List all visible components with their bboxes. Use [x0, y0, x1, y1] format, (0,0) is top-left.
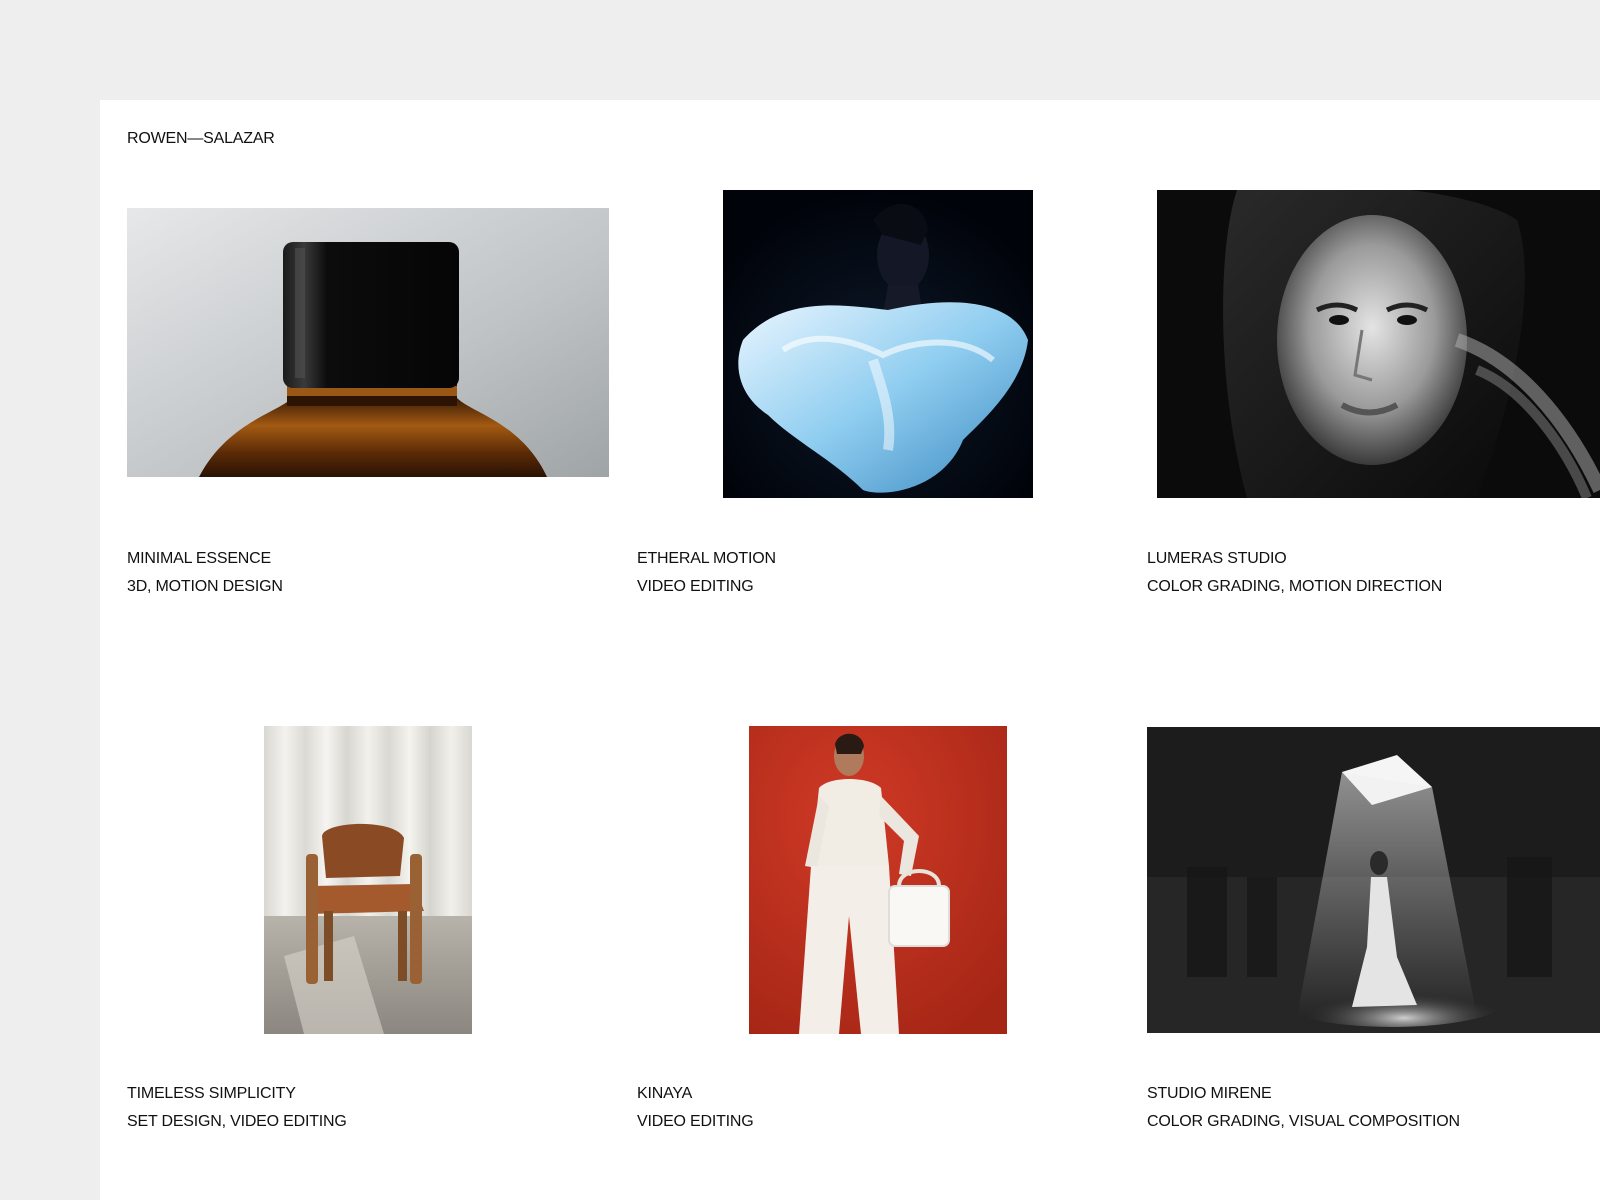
- project-caption-lumeras-studio: LUMERAS STUDIO COLOR GRADING, MOTION DIR…: [1147, 545, 1600, 601]
- project-thumbnail-timeless-simplicity[interactable]: [264, 726, 472, 1034]
- project-title[interactable]: KINAYA: [637, 1080, 1117, 1108]
- project-title[interactable]: ETHERAL MOTION: [637, 545, 1117, 573]
- project-caption-etheral-motion: ETHERAL MOTION VIDEO EDITING: [637, 545, 1117, 601]
- woman-in-white-image: [749, 726, 1007, 1034]
- portfolio-panel: ROWEN—SALAZAR MINIMAL ESSENCE 3D, MOTION…: [100, 100, 1600, 1200]
- wooden-chair-image: [264, 726, 472, 1034]
- project-thumbnail-kinaya[interactable]: [749, 726, 1007, 1034]
- amber-bottle-image: [127, 208, 609, 477]
- project-title[interactable]: LUMERAS STUDIO: [1147, 545, 1600, 573]
- project-caption-timeless-simplicity: TIMELESS SIMPLICITY SET DESIGN, VIDEO ED…: [127, 1080, 607, 1136]
- project-tags: SET DESIGN, VIDEO EDITING: [127, 1113, 347, 1130]
- blue-ruffle-dress-image: [723, 190, 1033, 498]
- project-tags: VIDEO EDITING: [637, 578, 754, 595]
- project-caption-minimal-essence: MINIMAL ESSENCE 3D, MOTION DESIGN: [127, 545, 607, 601]
- project-thumbnail-minimal-essence[interactable]: [127, 208, 609, 477]
- brand-logo[interactable]: ROWEN—SALAZAR: [127, 130, 275, 148]
- project-caption-kinaya: KINAYA VIDEO EDITING: [637, 1080, 1117, 1136]
- project-tags: 3D, MOTION DESIGN: [127, 578, 283, 595]
- project-thumbnail-studio-mirene[interactable]: [1147, 727, 1600, 1033]
- figure-under-skylight-image: [1147, 727, 1600, 1033]
- project-thumbnail-lumeras-studio[interactable]: [1157, 190, 1600, 498]
- project-thumbnail-etheral-motion[interactable]: [723, 190, 1033, 498]
- project-title[interactable]: TIMELESS SIMPLICITY: [127, 1080, 607, 1108]
- project-title[interactable]: STUDIO MIRENE: [1147, 1080, 1600, 1108]
- project-title[interactable]: MINIMAL ESSENCE: [127, 545, 607, 573]
- project-tags: COLOR GRADING, MOTION DIRECTION: [1147, 578, 1443, 595]
- black-and-white-portrait-image: [1157, 190, 1600, 498]
- project-tags: COLOR GRADING, VISUAL COMPOSITION: [1147, 1113, 1460, 1130]
- project-tags: VIDEO EDITING: [637, 1113, 754, 1130]
- project-caption-studio-mirene: STUDIO MIRENE COLOR GRADING, VISUAL COMP…: [1147, 1080, 1600, 1136]
